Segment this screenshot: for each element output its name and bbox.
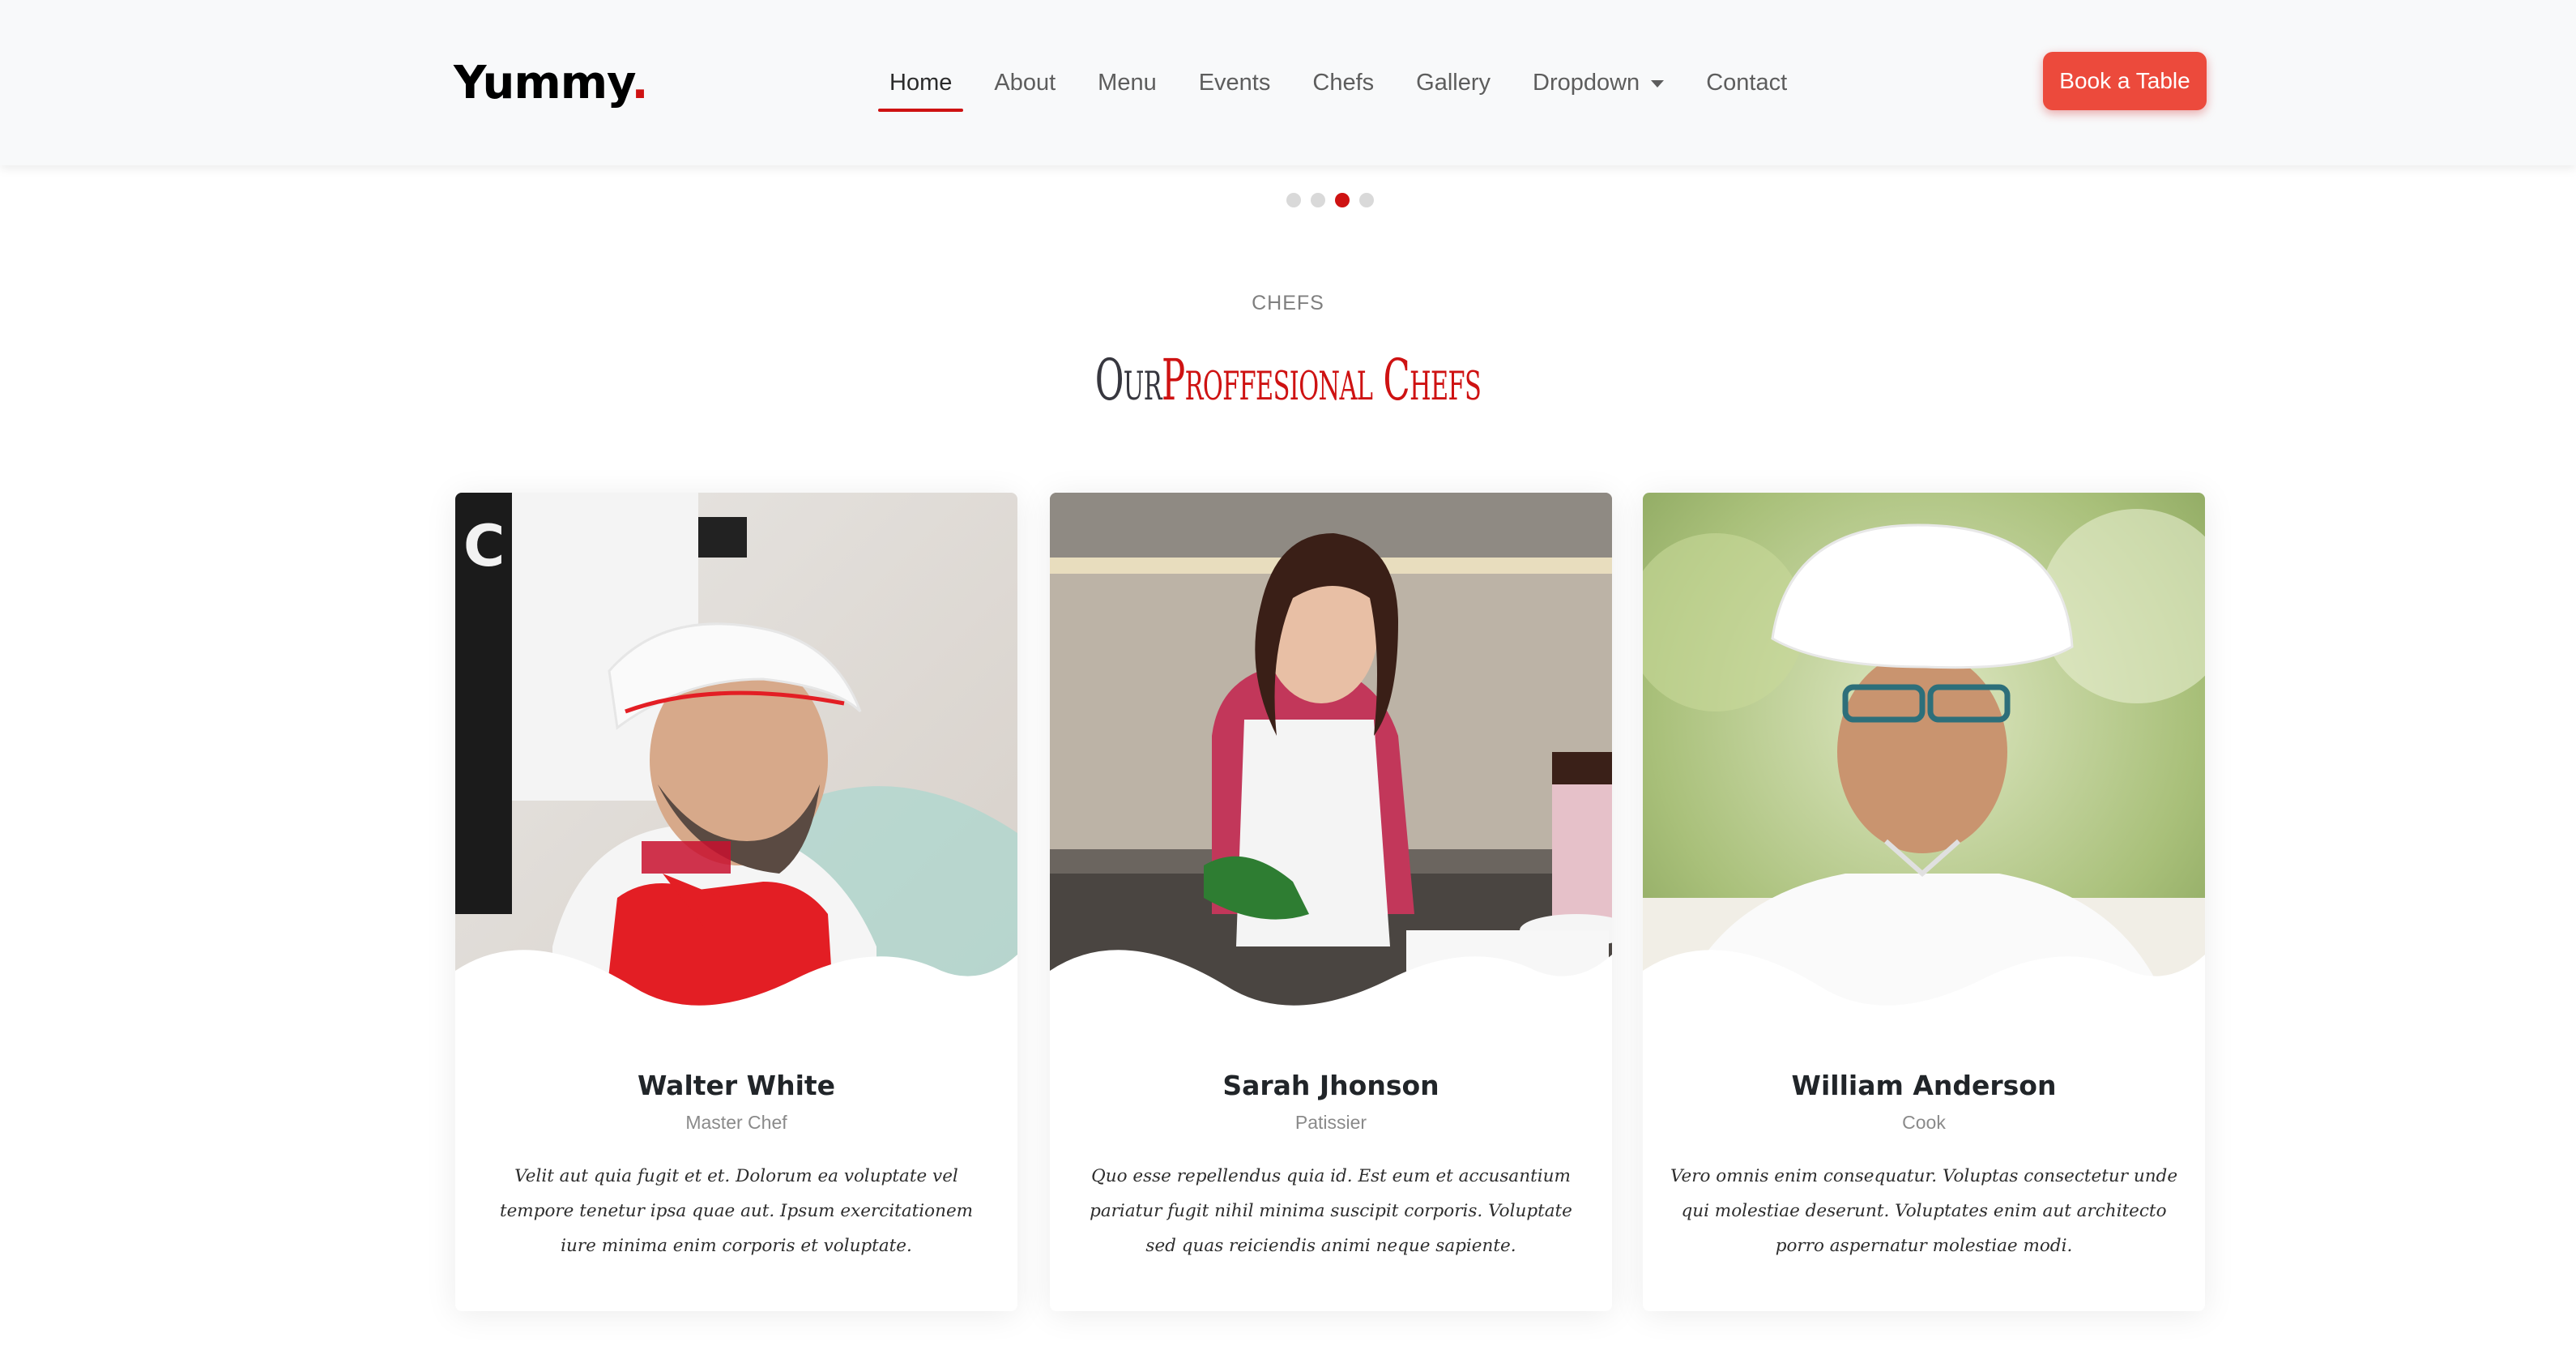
chef-card: C Walter White Master Chef Velit aut qui… [455,493,1017,1311]
logo[interactable]: Yummy. [454,57,649,110]
nav-item-dropdown[interactable]: Dropdown [1512,58,1685,107]
carousel-dot-active[interactable] [1335,193,1350,207]
site-header: Yummy. Home About Menu Events Chefs Gall… [0,0,2576,165]
chef-card: Sarah Jhonson Patissier Quo esse repelle… [1050,493,1612,1311]
svg-text:C: C [463,513,505,579]
carousel-pagination [1286,193,1374,207]
logo-dot: . [631,57,648,109]
section-title-accent: Proffesional Chefs [1162,347,1482,413]
section-title-plain: Our [1094,347,1162,413]
chef-role: Cook [1902,1112,1946,1133]
logo-text: Yummy [454,57,632,109]
chef-name: William Anderson [1791,1070,2057,1101]
nav-item-dropdown-label: Dropdown [1533,70,1640,96]
nav-item-chefs[interactable]: Chefs [1291,58,1395,107]
nav-item-about[interactable]: About [973,58,1077,107]
chef-bio: Quo esse repellendus quia id. Est eum et… [1090,1166,1572,1256]
nav-item-events[interactable]: Events [1178,58,1292,107]
section-title: OurProffesional Chefs [489,347,2087,413]
carousel-dot[interactable] [1359,193,1374,207]
chef-name: Sarah Jhonson [1222,1070,1439,1101]
nav-item-gallery[interactable]: Gallery [1395,58,1512,107]
chef-role: Patissier [1294,1112,1367,1133]
book-a-table-button[interactable]: Book a Table [2043,52,2207,110]
chef-bio: Velit aut quia fugit et et. Dolorum ea v… [499,1166,974,1256]
carousel-dot[interactable] [1311,193,1325,207]
wave-divider [1050,950,1612,1052]
nav-item-home[interactable]: Home [868,58,973,112]
chef-card: William Anderson Cook Vero omnis enim co… [1643,493,2205,1311]
caret-down-icon [1651,79,1665,88]
nav-item-contact[interactable]: Contact [1685,58,1808,107]
chef-bio: Vero omnis enim consequatur. Voluptas co… [1670,1166,2178,1256]
carousel-dot[interactable] [1286,193,1301,207]
chef-role: Master Chef [685,1112,787,1133]
section-eyebrow: CHEFS [1252,292,1324,314]
nav-item-menu[interactable]: Menu [1077,58,1178,107]
wave-divider [455,950,1017,1052]
chef-name: Walter White [637,1070,836,1101]
main-nav: Home About Menu Events Chefs Gallery Dro… [868,58,1808,112]
wave-divider [1643,950,2205,1052]
